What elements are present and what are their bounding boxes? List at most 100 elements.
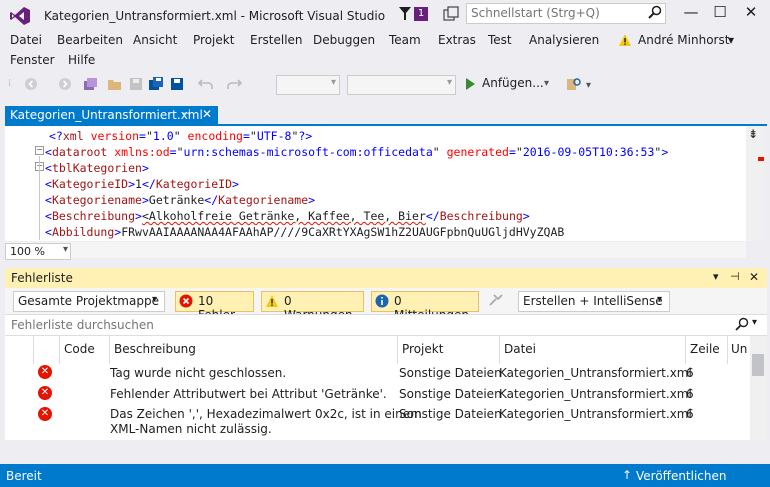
toolbar-overflow-icon[interactable]: ▾ — [586, 80, 591, 91]
build-dropdown-icon: ▾ — [657, 294, 663, 305]
warnings-filter-button[interactable]: 0 Warnungen — [261, 291, 364, 322]
platform-combo[interactable] — [347, 75, 456, 95]
column-divider — [685, 336, 686, 364]
filter-flag-icon[interactable] — [398, 6, 412, 22]
pin-icon[interactable]: ⊣ — [181, 107, 191, 120]
tab-kategorien-xml[interactable]: Kategorien_Untransformiert.xml ⊣ ✕ — [5, 106, 218, 125]
editor-vertical-scrollbar[interactable] — [746, 126, 764, 241]
code-token: FRwvAAIAAAANAA4AFAAhAP////9CaXRtYXAgSW1h… — [121, 225, 565, 239]
config-combo[interactable] — [276, 75, 340, 95]
publish-button[interactable]: Veröffentlichen — [636, 469, 727, 483]
save-all-icon[interactable] — [148, 76, 164, 92]
table-row[interactable]: ✕ Das Zeichen ',', Hexadezimalwert 0x2c,… — [5, 405, 750, 439]
code-token: Kategoriename — [218, 193, 309, 207]
menu-datei[interactable]: Datei — [10, 33, 42, 47]
column-divider — [499, 336, 500, 364]
code-token: < — [45, 225, 52, 239]
menu-test[interactable]: Test — [488, 33, 512, 47]
open-folder-icon[interactable] — [107, 76, 123, 92]
editor-horizontal-scrollbar[interactable] — [5, 242, 746, 258]
attach-dropdown-icon[interactable]: ▾ — [544, 78, 549, 89]
column-header-file[interactable]: Datei — [504, 342, 536, 356]
new-project-icon[interactable] — [82, 76, 98, 92]
menu-hilfe[interactable]: Hilfe — [68, 53, 95, 67]
column-header-suppression[interactable]: Un — [731, 342, 747, 356]
error-list-search[interactable]: ▾ — [5, 314, 767, 336]
code-token: UTF-8 — [256, 129, 292, 143]
column-header-line[interactable]: Zeile — [690, 342, 720, 356]
menu-team[interactable]: Team — [389, 33, 421, 47]
code-editor[interactable]: − − <?xml version="1.0" encoding="UTF-8"… — [5, 126, 746, 241]
menu-analysieren[interactable]: Analysieren — [529, 33, 599, 47]
attach-button[interactable]: Anfügen... — [482, 76, 544, 90]
zoom-combo[interactable]: 100 % — [5, 243, 71, 260]
code-token: > — [135, 209, 142, 223]
errors-filter-button[interactable]: 10 Fehler — [175, 291, 254, 322]
row-project: Sonstige Dateien — [399, 387, 502, 401]
forward-icon[interactable] — [58, 77, 72, 91]
notification-badge[interactable]: 1 — [414, 7, 428, 21]
status-bar: Bereit ↑ Veröffentlichen — [0, 464, 770, 487]
save-icon[interactable] — [128, 76, 144, 92]
menu-erstellen[interactable]: Erstellen — [250, 33, 303, 47]
code-token: </ — [141, 177, 156, 191]
maximize-button[interactable]: ☐ — [705, 0, 735, 26]
quick-launch-icon[interactable] — [443, 6, 459, 22]
save-all-blue-icon[interactable] — [170, 76, 186, 92]
code-token: " — [145, 129, 153, 143]
search-icon[interactable] — [735, 317, 749, 334]
error-list-scroll-thumb[interactable] — [752, 354, 764, 376]
build-intellisense-select[interactable]: Erstellen + IntelliSense ▾ — [518, 291, 670, 312]
code-line: <Beschreibung><Alkoholfreie Getränke, Ka… — [45, 209, 530, 223]
fold-toggle-icon[interactable]: − — [35, 146, 44, 155]
code-token: Beschreibung — [51, 209, 136, 223]
code-token: Getränke — [148, 193, 205, 207]
menu-extras[interactable]: Extras — [438, 33, 476, 47]
play-icon[interactable] — [465, 78, 475, 90]
menu-debuggen[interactable]: Debuggen — [313, 33, 375, 47]
code-token: " — [515, 145, 523, 159]
code-token: > — [141, 193, 149, 207]
redo-icon[interactable] — [226, 77, 242, 91]
menu-ansicht[interactable]: Ansicht — [133, 33, 177, 47]
code-token: " — [249, 129, 257, 143]
close-tab-icon[interactable]: ✕ — [202, 107, 212, 121]
column-header-description[interactable]: Beschreibung — [114, 342, 196, 356]
minimize-button[interactable]: — — [676, 0, 706, 26]
menu-projekt[interactable]: Projekt — [193, 33, 234, 47]
code-token: urn:schemas-microsoft-com:officedata — [183, 145, 433, 159]
publish-arrow-icon[interactable]: ↑ — [622, 468, 632, 482]
code-token: > — [661, 145, 669, 159]
error-list-search-input[interactable] — [9, 317, 713, 333]
build-filter-icon[interactable] — [488, 293, 504, 309]
close-button[interactable]: ✕ — [736, 0, 766, 26]
panel-dropdown-icon[interactable]: ▾ — [713, 270, 719, 283]
back-icon[interactable] — [24, 77, 38, 91]
quick-launch-input[interactable] — [467, 4, 641, 21]
undo-icon[interactable] — [198, 77, 214, 91]
split-view-icon[interactable]: ⇟ — [748, 127, 758, 141]
column-header-project[interactable]: Projekt — [402, 342, 443, 356]
user-dropdown-icon[interactable]: ▾ — [728, 33, 734, 47]
code-token: ?> — [298, 129, 313, 143]
menu-fenster[interactable]: Fenster — [10, 53, 55, 67]
table-row[interactable]: ✕ Fehlender Attributwert bei Attribut 'G… — [5, 385, 750, 406]
column-header-code[interactable]: Code — [64, 342, 95, 356]
code-token: < — [45, 193, 52, 207]
menu-bearbeiten[interactable]: Bearbeiten — [57, 33, 123, 47]
scope-select[interactable]: Gesamte Projektmappe ▾ — [13, 291, 165, 312]
table-row[interactable]: ✕ Tag wurde nicht geschlossen. Sonstige … — [5, 364, 750, 385]
quick-launch-box[interactable] — [466, 3, 666, 24]
search-options-dropdown-icon[interactable]: ▾ — [752, 317, 757, 328]
code-token: " — [173, 129, 181, 143]
error-list-scrollbar[interactable] — [750, 336, 767, 440]
user-name[interactable]: André Minhorst — [638, 33, 729, 47]
panel-pin-icon[interactable]: ⊣ — [730, 270, 740, 283]
search-icon[interactable] — [648, 5, 662, 19]
code-token: 1.0 — [152, 129, 174, 143]
messages-filter-button[interactable]: 0 Mitteilungen — [371, 291, 479, 322]
find-in-files-icon[interactable] — [566, 76, 582, 92]
panel-close-icon[interactable]: ✕ — [749, 270, 759, 284]
error-icon: ✕ — [38, 407, 52, 421]
code-token: xmlns:od — [107, 145, 170, 159]
